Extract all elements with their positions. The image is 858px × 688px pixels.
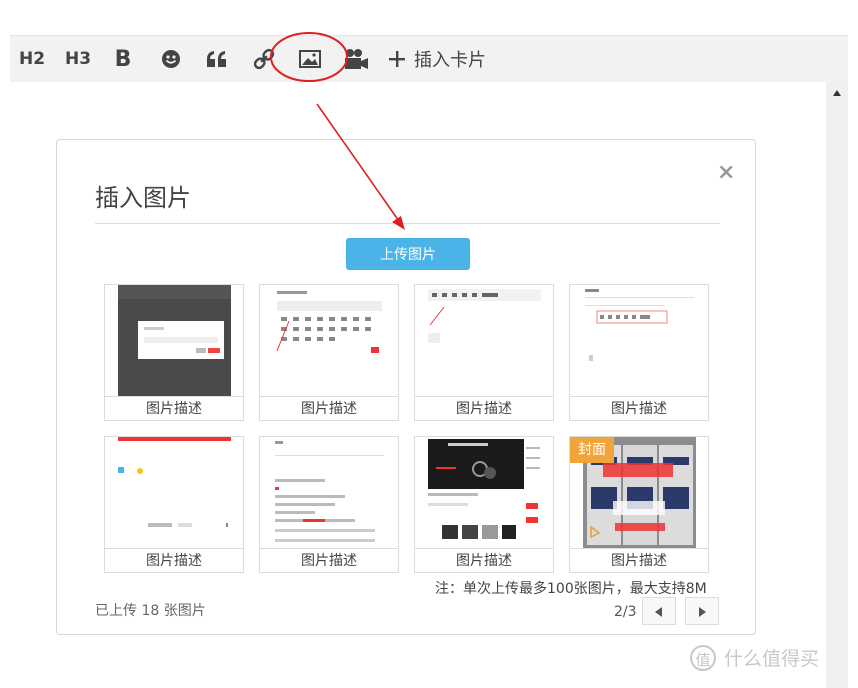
chevron-right-icon bbox=[699, 607, 706, 617]
insert-card-button[interactable]: 插入卡片 bbox=[388, 36, 498, 82]
image-card[interactable]: 图片描述 bbox=[414, 436, 554, 573]
vertical-scrollbar[interactable] bbox=[826, 82, 848, 688]
image-card[interactable]: 图片描述 bbox=[104, 436, 244, 573]
h2-label: H2 bbox=[18, 49, 46, 69]
image-thumbnail bbox=[583, 285, 696, 396]
image-card[interactable]: 图片描述 bbox=[414, 284, 554, 421]
page-indicator: 2/3 bbox=[614, 604, 637, 620]
image-card[interactable]: 图片描述 bbox=[104, 284, 244, 421]
link-icon bbox=[253, 48, 275, 70]
title-divider bbox=[95, 223, 720, 224]
image-thumbnail bbox=[428, 437, 541, 548]
image-card[interactable]: 图片描述 bbox=[569, 284, 709, 421]
watermark-text: 什么值得买 bbox=[724, 648, 820, 670]
cover-badge: 封面 bbox=[570, 437, 614, 463]
image-thumbnail bbox=[118, 285, 231, 396]
emoji-button[interactable] bbox=[158, 36, 184, 82]
image-thumbnail bbox=[428, 285, 541, 396]
image-thumbnail bbox=[273, 285, 386, 396]
emoji-icon bbox=[162, 50, 180, 68]
h2-button[interactable]: H2 bbox=[15, 36, 49, 82]
image-caption[interactable]: 图片描述 bbox=[415, 548, 553, 573]
image-thumbnail bbox=[118, 437, 231, 548]
image-caption[interactable]: 图片描述 bbox=[260, 396, 398, 421]
plus-icon bbox=[389, 51, 405, 67]
h3-button[interactable]: H3 bbox=[61, 36, 95, 82]
insert-image-dialog: 插入图片 × 上传图片 图片描述 图片描述 图片描述 图片描述 图片描述 图片描… bbox=[56, 139, 756, 635]
bold-label: B bbox=[114, 46, 132, 72]
close-icon[interactable]: × bbox=[717, 160, 735, 185]
insert-video-button[interactable] bbox=[342, 36, 370, 82]
site-watermark: 值 什么值得买 bbox=[690, 644, 819, 671]
image-thumbnail bbox=[273, 437, 386, 548]
h3-label: H3 bbox=[64, 49, 92, 69]
upload-image-button[interactable]: 上传图片 bbox=[346, 238, 470, 270]
link-button[interactable] bbox=[250, 36, 278, 82]
bold-button[interactable]: B bbox=[110, 36, 136, 82]
image-icon bbox=[299, 50, 321, 68]
quote-icon bbox=[207, 51, 226, 67]
image-caption[interactable]: 图片描述 bbox=[415, 396, 553, 421]
editor-toolbar: H2 H3 B 插入卡片 bbox=[10, 35, 848, 82]
upload-limit-note: 注：单次上传最多100张图片，最大支持8M bbox=[435, 581, 707, 597]
image-caption[interactable]: 图片描述 bbox=[570, 548, 708, 573]
image-caption[interactable]: 图片描述 bbox=[570, 396, 708, 421]
image-card[interactable]: 图片描述 bbox=[259, 436, 399, 573]
prev-page-button[interactable] bbox=[642, 597, 676, 625]
image-caption[interactable]: 图片描述 bbox=[105, 548, 243, 573]
quote-button[interactable] bbox=[204, 36, 230, 82]
chevron-left-icon bbox=[655, 607, 662, 617]
insert-card-label: 插入卡片 bbox=[414, 50, 486, 71]
video-icon bbox=[345, 49, 368, 69]
image-card[interactable]: 封面 图片描述 bbox=[569, 436, 709, 573]
next-page-button[interactable] bbox=[685, 597, 719, 625]
image-caption[interactable]: 图片描述 bbox=[105, 396, 243, 421]
insert-image-button[interactable] bbox=[296, 36, 324, 82]
watermark-logo-icon: 值 bbox=[690, 644, 716, 671]
image-caption[interactable]: 图片描述 bbox=[260, 548, 398, 573]
dialog-title: 插入图片 bbox=[95, 184, 191, 212]
uploaded-count: 已上传 18 张图片 bbox=[95, 603, 206, 619]
scroll-up-arrow-icon[interactable] bbox=[833, 90, 841, 96]
image-card[interactable]: 图片描述 bbox=[259, 284, 399, 421]
